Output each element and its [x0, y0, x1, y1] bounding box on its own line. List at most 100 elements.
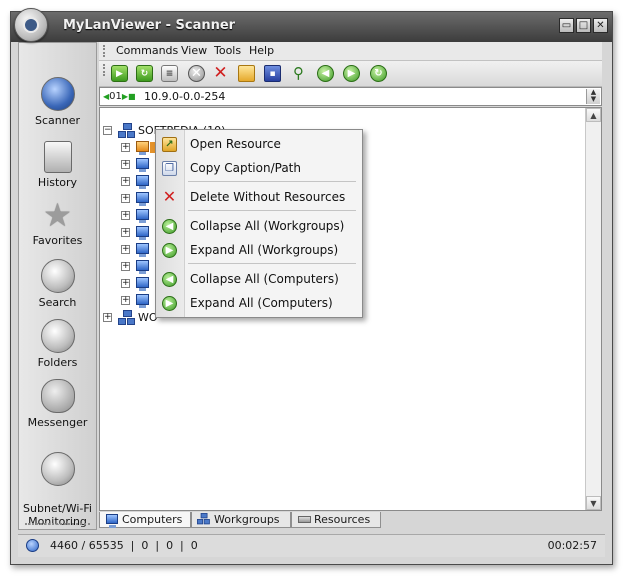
- sidebar-item-monitoring[interactable]: Subnet/Wi-Fi Monitoring: [19, 439, 96, 541]
- scroll-down-arrow[interactable]: ▼: [586, 496, 601, 510]
- sidebar-item-label: Folders: [37, 356, 78, 369]
- range-spinner[interactable]: ▲ ▼: [586, 89, 600, 104]
- ctx-copy-caption[interactable]: ❐ Copy Caption/Path: [156, 157, 362, 179]
- ip-range-field[interactable]: ◀01▶■ 10.9.0-0.0-254 ▲ ▼: [99, 87, 602, 106]
- forward-icon[interactable]: ▶: [343, 65, 360, 82]
- context-menu: ↗ Open Resource ❐ Copy Caption/Path ✕ De…: [155, 129, 363, 318]
- app-logo-icon: [14, 8, 48, 42]
- ctx-separator: [188, 263, 356, 264]
- save-icon[interactable]: ▪: [264, 65, 281, 82]
- ctx-collapse-computers[interactable]: ◀ Collapse All (Computers): [156, 268, 362, 290]
- sidebar-item-label: History: [37, 176, 78, 189]
- computer-icon: [136, 192, 149, 206]
- expand-toggle[interactable]: +: [121, 228, 130, 237]
- menu-help[interactable]: Help: [249, 44, 274, 57]
- expand-icon: ▶: [162, 296, 177, 311]
- tab-label: Resources: [314, 513, 371, 526]
- ctx-expand-workgroups[interactable]: ▶ Expand All (Workgroups): [156, 239, 362, 261]
- menu-bar: Commands View Tools Help: [99, 42, 602, 61]
- tree-item-computer[interactable]: +: [100, 258, 160, 275]
- scan-list-icon[interactable]: ≡: [161, 65, 178, 82]
- sidebar-item-scanner[interactable]: Scanner: [19, 77, 96, 127]
- menu-view[interactable]: View: [181, 44, 207, 57]
- start-scan-icon[interactable]: ▶: [111, 65, 128, 82]
- window-title: MyLanViewer - Scanner: [63, 18, 236, 33]
- title-bar[interactable]: MyLanViewer - Scanner ▭ □ ✕: [11, 12, 612, 42]
- ctx-delete-without-resources[interactable]: ✕ Delete Without Resources: [156, 186, 362, 208]
- ctx-collapse-workgroups[interactable]: ◀ Collapse All (Workgroups): [156, 215, 362, 237]
- expand-icon: ▶: [162, 243, 177, 258]
- ctx-expand-computers[interactable]: ▶ Expand All (Computers): [156, 292, 362, 314]
- tree-item-computer[interactable]: +: [100, 224, 160, 241]
- sidebar-item-messenger[interactable]: Messenger: [19, 379, 96, 429]
- computer-icon: [136, 175, 149, 189]
- star-icon: [42, 199, 74, 231]
- computer-icon: [136, 226, 149, 240]
- sidebar-item-search[interactable]: Search: [19, 259, 96, 309]
- stop-icon[interactable]: ✕: [188, 65, 205, 82]
- scroll-up-arrow[interactable]: ▲: [586, 108, 601, 122]
- elapsed-time: 00:02:57: [547, 539, 597, 552]
- expand-toggle[interactable]: +: [121, 262, 130, 271]
- sidebar-item-folders[interactable]: Folders: [19, 319, 96, 369]
- sidebar-item-history[interactable]: History: [19, 141, 96, 189]
- collapse-toggle[interactable]: −: [103, 126, 112, 135]
- expand-toggle[interactable]: +: [103, 313, 112, 322]
- tree-item-computer[interactable]: +: [100, 156, 160, 173]
- reload-icon[interactable]: ↻: [370, 65, 387, 82]
- maximize-button[interactable]: □: [576, 18, 591, 33]
- expand-toggle[interactable]: +: [121, 177, 130, 186]
- sidebar-item-favorites[interactable]: Favorites: [19, 199, 96, 247]
- view-tabs: Computers Workgroups Resources: [99, 512, 602, 529]
- expand-toggle[interactable]: +: [121, 143, 130, 152]
- expand-toggle[interactable]: +: [121, 160, 130, 169]
- expand-toggle[interactable]: +: [121, 245, 130, 254]
- collapse-icon: ◀: [162, 219, 177, 234]
- navigation-sidebar: Scanner History Favorites Search Folders…: [18, 42, 97, 530]
- menu-commands[interactable]: Commands: [116, 44, 178, 57]
- menu-tools[interactable]: Tools: [214, 44, 241, 57]
- tab-resources[interactable]: Resources: [291, 512, 381, 528]
- tree-item-computer[interactable]: +: [100, 173, 160, 190]
- refresh-icon[interactable]: ↻: [136, 65, 153, 82]
- expand-toggle[interactable]: +: [121, 296, 130, 305]
- find-icon[interactable]: ⚲: [290, 65, 307, 82]
- ctx-label: Expand All (Workgroups): [190, 243, 339, 257]
- sidebar-item-label: Scanner: [34, 114, 80, 127]
- computer-icon: [136, 158, 149, 172]
- toolbar-grip: [103, 64, 108, 76]
- tab-workgroups[interactable]: Workgroups: [191, 512, 291, 528]
- back-icon[interactable]: ◀: [317, 65, 334, 82]
- sidebar-item-label: Messenger: [27, 416, 88, 429]
- ctx-label: Delete Without Resources: [190, 190, 346, 204]
- ctx-label: Collapse All (Computers): [190, 272, 339, 286]
- computer-icon: [106, 514, 118, 528]
- ctx-open-resource[interactable]: ↗ Open Resource: [156, 133, 362, 155]
- computer-icon: [136, 209, 149, 223]
- tree-item-computer[interactable]: +: [100, 207, 160, 224]
- tab-label: Workgroups: [214, 513, 280, 526]
- monitoring-icon: [40, 452, 75, 486]
- delete-icon[interactable]: ✕: [212, 65, 229, 82]
- tree-item-computer[interactable]: +: [100, 241, 160, 258]
- tree-item-computer[interactable]: +: [100, 190, 160, 207]
- computer-icon: [136, 141, 149, 155]
- minimize-button[interactable]: ▭: [559, 18, 574, 33]
- workgroup-icon: [118, 310, 135, 325]
- tree-scrollbar[interactable]: ▲ ▼: [585, 108, 601, 510]
- tree-item-computer[interactable]: +: [100, 292, 160, 309]
- workgroup-icon: [118, 123, 135, 138]
- ctx-separator: [188, 210, 356, 211]
- status-counters: 4460 / 65535 | 0 | 0 | 0: [50, 539, 198, 552]
- open-folder-icon[interactable]: [238, 65, 255, 82]
- expand-toggle[interactable]: +: [121, 279, 130, 288]
- expand-toggle[interactable]: +: [121, 211, 130, 220]
- collapse-icon: ◀: [162, 272, 177, 287]
- ctx-label: Expand All (Computers): [190, 296, 333, 310]
- ctx-label: Collapse All (Workgroups): [190, 219, 345, 233]
- ip-range-value: 10.9.0-0.0-254: [144, 90, 226, 103]
- tab-computers[interactable]: Computers: [99, 512, 191, 528]
- expand-toggle[interactable]: +: [121, 194, 130, 203]
- tree-item-computer[interactable]: +: [100, 275, 160, 292]
- close-button[interactable]: ✕: [593, 18, 608, 33]
